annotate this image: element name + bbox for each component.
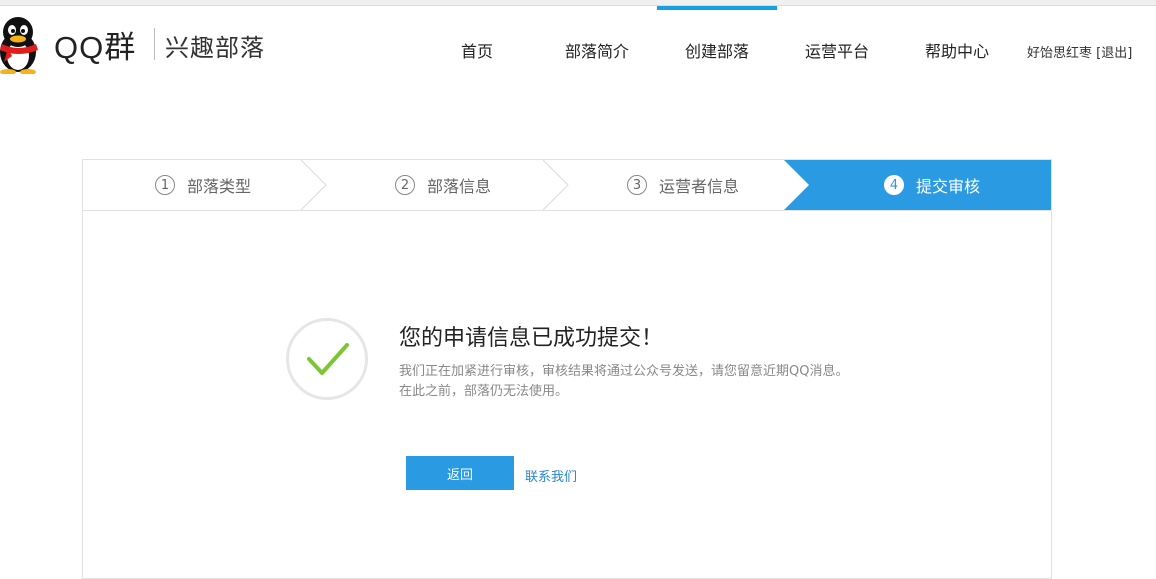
- step-label: 提交审核: [915, 177, 980, 196]
- brand-name[interactable]: QQ群: [54, 22, 136, 67]
- step-2: 2 部落信息: [323, 160, 563, 210]
- step-1: 1 部落类型: [83, 160, 323, 210]
- step-label: 部落类型: [186, 177, 251, 196]
- user-name-link[interactable]: 好饴思红枣: [1027, 46, 1092, 61]
- brand-subtitle: 兴趣部落: [165, 34, 265, 62]
- step-progress: 1 部落类型 2 部落信息 3 运营者信息 4 提交审核: [83, 160, 1051, 211]
- result-title: 您的申请信息已成功提交！: [399, 326, 664, 351]
- nav-item-home[interactable]: 首页: [417, 6, 537, 82]
- result-description: 我们正在加紧进行审核，审核结果将通过公众号发送，请您留意近期QQ消息。 在此之前…: [399, 362, 869, 402]
- create-tribe-panel: 1 部落类型 2 部落信息 3 运营者信息 4 提交审核 您的申请信息已成功提交…: [82, 159, 1052, 579]
- result-line-2: 在此之前，部落仍无法使用。: [399, 384, 569, 399]
- step-4: 4 提交审核: [813, 160, 1051, 210]
- step-label: 部落信息: [426, 177, 491, 196]
- step-number: 2: [394, 175, 415, 195]
- nav-item-help[interactable]: 帮助中心: [897, 6, 1017, 82]
- step-number: 1: [154, 175, 175, 195]
- success-check-icon: [286, 318, 368, 400]
- qq-penguin-logo-icon[interactable]: [0, 16, 40, 74]
- logout-link[interactable]: [退出]: [1096, 46, 1132, 61]
- main-nav: 首页 部落简介 创建部落 运营平台 帮助中心: [417, 6, 1017, 82]
- step-label: 运营者信息: [658, 177, 739, 196]
- user-info: 好饴思红枣 [退出]: [1027, 42, 1132, 61]
- brand-divider: [154, 28, 155, 60]
- result-line-1: 我们正在加紧进行审核，审核结果将通过公众号发送，请您留意近期QQ消息。: [399, 364, 849, 379]
- site-header: QQ群 兴趣部落 首页 部落简介 创建部落 运营平台 帮助中心 好饴思红枣 [退…: [0, 6, 1156, 82]
- nav-item-create[interactable]: 创建部落: [657, 6, 777, 82]
- contact-us-link[interactable]: 联系我们: [525, 466, 577, 485]
- back-button[interactable]: 返回: [406, 456, 514, 490]
- nav-item-operation[interactable]: 运营平台: [777, 6, 897, 82]
- step-3: 3 运营者信息: [558, 160, 808, 210]
- nav-item-intro[interactable]: 部落简介: [537, 6, 657, 82]
- step-number: 3: [626, 175, 647, 195]
- step-number: 4: [883, 175, 904, 195]
